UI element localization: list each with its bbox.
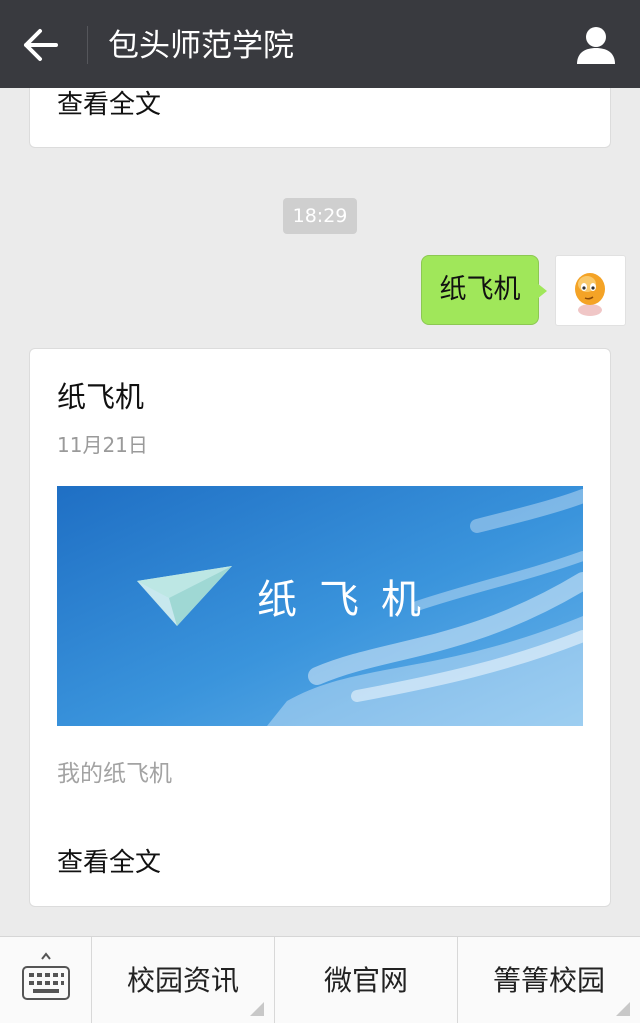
article-date: 11月21日 [57,433,148,457]
bubble-tail [537,283,547,299]
previous-article-card[interactable]: 查看全文 [29,88,611,148]
profile-button[interactable] [574,24,618,66]
person-icon [577,27,615,64]
message-timestamp: 18:29 [283,198,357,234]
menu-official-site[interactable]: 微官网 [275,937,458,1023]
cover-text: 纸飞机 [257,577,443,623]
article-cover-image: 纸飞机 [57,486,583,726]
back-button[interactable] [18,22,68,68]
page-title: 包头师范学院 [108,28,294,64]
menu-label: 箐箐校园 [492,964,605,997]
menu-campus-news[interactable]: 校园资讯 [92,937,275,1023]
keyboard-icon [22,952,70,1000]
article-description: 我的纸飞机 [57,761,172,787]
read-more-link[interactable]: 查看全文 [57,88,161,122]
submenu-indicator-icon [616,1002,630,1016]
keyboard-toggle-button[interactable] [0,937,92,1023]
submenu-indicator-icon [250,1002,264,1016]
user-avatar[interactable] [555,255,626,326]
arrow-left-icon [24,29,58,61]
article-card[interactable]: 纸飞机 11月21日 纸飞机 我的纸飞机 查看全文 [29,348,611,907]
smiley-avatar-icon [575,273,605,316]
article-title: 纸飞机 [57,380,145,414]
menu-label: 校园资讯 [126,964,239,997]
menu-campus-app[interactable]: 箐箐校园 [458,937,640,1023]
read-more-link[interactable]: 查看全文 [57,846,161,880]
top-bar: 包头师范学院 [0,0,640,88]
outgoing-message-bubble[interactable]: 纸飞机 [421,255,539,325]
menu-label: 微官网 [323,964,408,997]
header-divider [87,26,88,64]
bottom-menu-bar: 校园资讯 微官网 箐箐校园 [0,936,640,1023]
